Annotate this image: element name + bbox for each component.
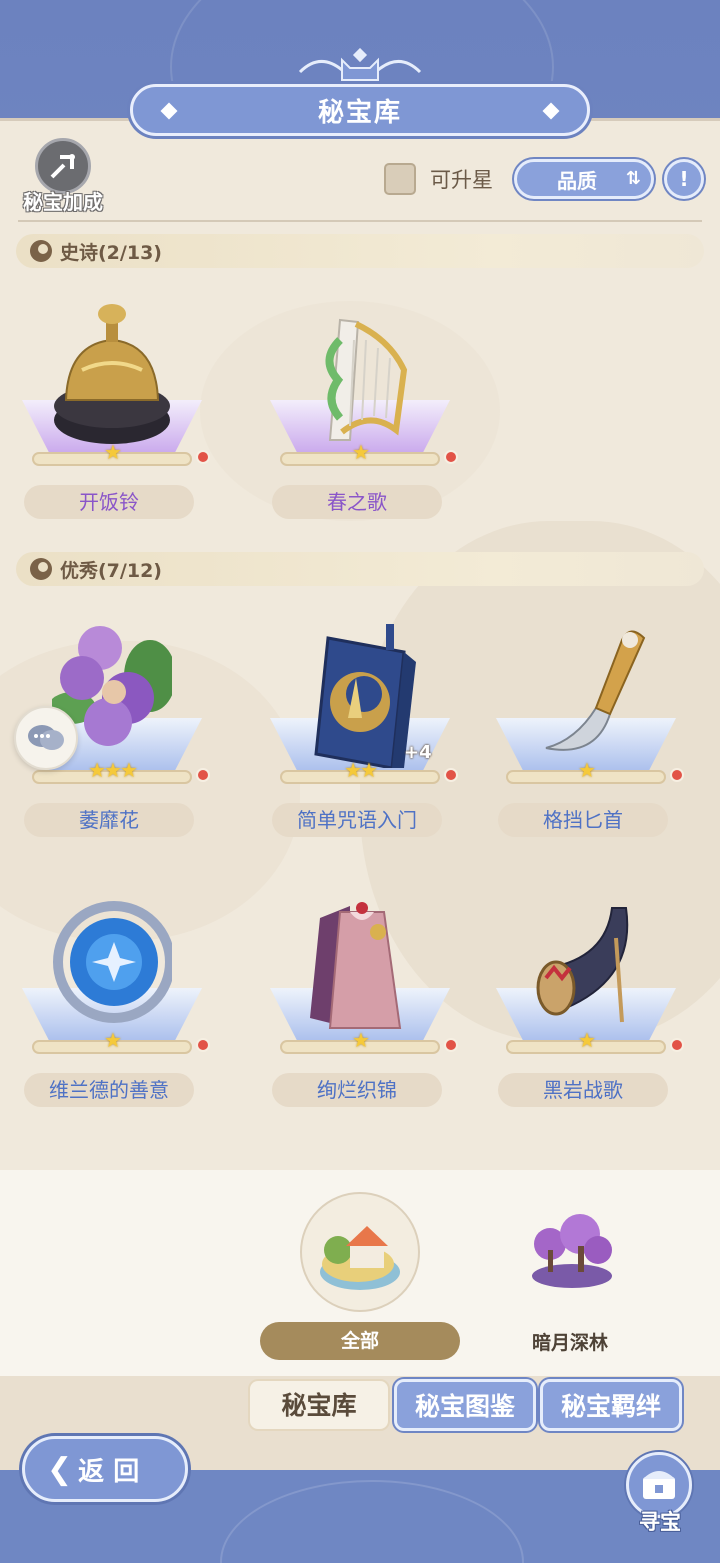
region-label[interactable]: 暗月深林 — [500, 1328, 640, 1355]
bonus-label: 秘宝加成 — [23, 190, 103, 214]
star-rating: ★ — [578, 1028, 596, 1052]
back-button[interactable]: ❮ 返 回 — [22, 1436, 188, 1502]
section-label: 优秀(7/12) — [60, 559, 162, 582]
treasure-bonus-button[interactable]: 秘宝加成 — [18, 138, 108, 214]
star-rating: ★ — [352, 440, 370, 464]
copies-count: +4 — [404, 742, 432, 763]
cat-emblem-icon — [298, 48, 422, 81]
notification-dot — [444, 768, 458, 782]
treasure-card[interactable]: ★ 黑岩战歌 — [474, 878, 698, 1148]
sort-label: 品质 — [557, 168, 597, 193]
notification-dot — [444, 450, 458, 464]
treasure-name: 开饭铃 — [24, 485, 194, 519]
info-icon[interactable]: ! — [664, 159, 704, 199]
sort-toggle-icon: ⇅ — [625, 168, 641, 189]
notification-dot — [444, 1038, 458, 1052]
notification-dot — [196, 768, 210, 782]
region-label-selected[interactable]: 全部 — [260, 1322, 460, 1360]
upgradable-label: 可升星 — [430, 168, 493, 192]
treasure-card[interactable]: ★★ +4 简单咒语入门 — [248, 608, 472, 878]
page-title-banner: 秘宝库 — [130, 84, 590, 136]
treasure-name: 格挡匕首 — [498, 803, 668, 837]
star-rating: ★ — [578, 758, 596, 782]
notification-dot — [670, 768, 684, 782]
chat-bubble-icon[interactable] — [14, 706, 78, 770]
section-label: 史诗(2/13) — [60, 241, 162, 264]
dagger-icon — [545, 630, 646, 751]
purple-forest-icon[interactable] — [522, 1210, 622, 1290]
treasure-card[interactable]: ★ 格挡匕首 — [474, 608, 698, 878]
moon-icon — [30, 240, 52, 262]
star-rating: ★★ — [344, 758, 378, 782]
treasure-name: 萎靡花 — [24, 803, 194, 837]
tab-treasure-codex[interactable]: 秘宝图鉴 — [394, 1379, 536, 1431]
treasure-name: 春之歌 — [272, 485, 442, 519]
tab-treasure-bonds[interactable]: 秘宝羁绊 — [540, 1379, 682, 1431]
star-rating: ★ — [104, 1028, 122, 1052]
section-header-excellent: 优秀(7/12) — [16, 552, 704, 586]
moon-icon — [30, 558, 52, 580]
treasure-hunt-label: 寻宝 — [639, 1510, 681, 1534]
region-selector: 全部 暗月深林 — [0, 1170, 720, 1376]
dinner-bell-icon — [54, 304, 170, 444]
section-header-epic: 史诗(2/13) — [16, 234, 704, 268]
page-title: 秘宝库 — [317, 97, 402, 128]
treasure-card[interactable]: ★ 绚烂织锦 — [248, 878, 472, 1148]
divider — [18, 220, 702, 222]
treasure-card[interactable]: ★ 春之歌 — [248, 290, 472, 560]
blue-orb-icon — [53, 901, 172, 1023]
tab-treasure-vault[interactable]: 秘宝库 — [248, 1379, 390, 1431]
notification-dot — [670, 1038, 684, 1052]
treasure-card[interactable]: ★ 开饭铃 — [0, 290, 224, 560]
notification-dot — [196, 450, 210, 464]
upgradable-checkbox[interactable] — [384, 163, 416, 195]
house-island-icon — [320, 1226, 400, 1290]
treasure-name: 黑岩战歌 — [498, 1073, 668, 1107]
star-rating: ★ — [352, 1028, 370, 1052]
star-rating: ★ — [104, 440, 122, 464]
back-label: 返 回 — [78, 1456, 140, 1487]
spell-book-icon — [314, 624, 416, 768]
treasure-name: 绚烂织锦 — [272, 1073, 442, 1107]
notification-dot — [196, 1038, 210, 1052]
back-arrow-icon: ❮ — [47, 1451, 73, 1487]
sort-quality-button[interactable]: 品质 ⇅ — [514, 159, 654, 199]
treasure-card[interactable]: ★ 维兰德的善意 — [0, 878, 224, 1148]
treasure-name: 维兰德的善意 — [24, 1073, 194, 1107]
region-all-button[interactable] — [300, 1192, 420, 1312]
dress-icon — [310, 902, 402, 1029]
war-horn-icon — [536, 907, 629, 1023]
harp-icon — [325, 318, 408, 441]
treasure-name: 简单咒语入门 — [272, 803, 442, 837]
